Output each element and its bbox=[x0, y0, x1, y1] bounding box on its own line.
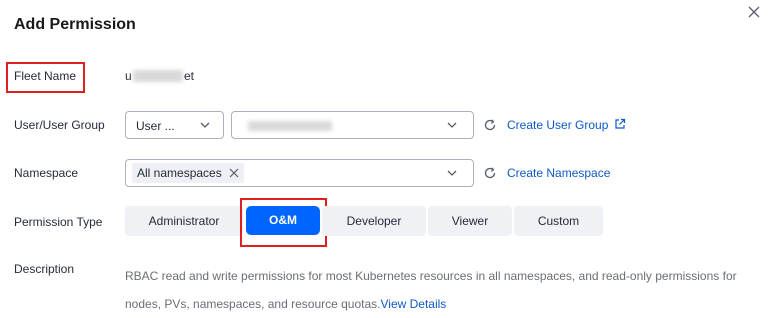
user-group-label: User/User Group bbox=[14, 118, 105, 132]
description-text: RBAC read and write permissions for most… bbox=[125, 262, 765, 318]
permission-option-custom[interactable]: Custom bbox=[514, 206, 603, 236]
permission-option-viewer[interactable]: Viewer bbox=[428, 206, 512, 236]
refresh-icon[interactable] bbox=[483, 118, 497, 132]
user-select[interactable] bbox=[231, 111, 474, 139]
namespace-tag: All namespaces bbox=[132, 163, 244, 183]
refresh-icon[interactable] bbox=[483, 166, 497, 180]
user-type-select[interactable]: User ... bbox=[125, 111, 224, 139]
close-icon[interactable] bbox=[746, 4, 762, 20]
external-link-icon[interactable] bbox=[614, 118, 626, 130]
add-permission-dialog: Add Permission Fleet Name u et User/User… bbox=[0, 0, 783, 318]
permission-option-om[interactable]: O&M bbox=[246, 206, 320, 235]
chevron-down-icon bbox=[447, 122, 457, 128]
permission-option-administrator[interactable]: Administrator bbox=[125, 206, 243, 236]
view-details-link[interactable]: View Details bbox=[381, 297, 447, 311]
fleet-name-suffix: et bbox=[184, 69, 195, 83]
user-type-value: User ... bbox=[136, 119, 175, 133]
user-select-redacted bbox=[248, 121, 332, 131]
remove-tag-icon[interactable] bbox=[229, 168, 239, 178]
create-user-group-link[interactable]: Create User Group bbox=[507, 118, 608, 132]
chevron-down-icon bbox=[200, 122, 210, 128]
fleet-name-value: u et bbox=[125, 69, 205, 83]
fleet-name-redacted bbox=[133, 70, 183, 82]
chevron-down-icon bbox=[447, 170, 457, 176]
dialog-title: Add Permission bbox=[14, 16, 136, 33]
permission-type-label: Permission Type bbox=[14, 215, 103, 229]
description-label: Description bbox=[14, 262, 75, 276]
create-namespace-link[interactable]: Create Namespace bbox=[507, 166, 610, 180]
fleet-name-prefix: u bbox=[125, 69, 132, 83]
namespace-select[interactable]: All namespaces bbox=[125, 159, 474, 187]
permission-option-developer[interactable]: Developer bbox=[322, 206, 426, 236]
namespace-tag-label: All namespaces bbox=[137, 166, 222, 180]
namespace-label: Namespace bbox=[14, 166, 79, 180]
fleet-name-label: Fleet Name bbox=[14, 69, 77, 83]
